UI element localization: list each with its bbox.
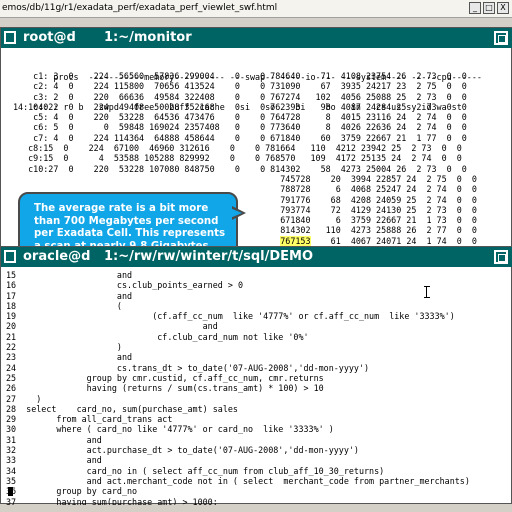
maximize-button[interactable]: □ bbox=[483, 2, 495, 14]
sql-line: 16 cs.club_points_earned > 0 bbox=[6, 280, 243, 291]
window-controls: _ □ X bbox=[469, 2, 509, 14]
text-cursor bbox=[8, 487, 13, 496]
sql-line: 25 group by cmr.custid, cf.aff_cc_num, c… bbox=[6, 372, 324, 383]
minimize-button[interactable]: _ bbox=[469, 2, 481, 14]
vmstat-row: c7: 4 0 224 114364 64888 458644 0 0 6718… bbox=[13, 132, 467, 143]
sql-line: 23 and bbox=[6, 352, 133, 363]
sql-line: 34 card_no in ( select aff_cc_num from c… bbox=[6, 465, 385, 476]
close-button[interactable]: X bbox=[497, 2, 509, 14]
sql-line: 30 where ( card_no like '4777%' or card_… bbox=[6, 424, 334, 435]
sql-line: 15 and bbox=[6, 270, 133, 280]
sql-line: 28 select card_no, sum(purchase_amt) sal… bbox=[6, 403, 238, 414]
maximize-icon[interactable] bbox=[494, 250, 508, 264]
sql-line: 18 ( bbox=[6, 300, 122, 311]
sql-line: 36 group by card_no bbox=[6, 486, 138, 497]
monitor-host-label: root@d bbox=[23, 30, 76, 45]
vmstat-row: c3: 2 0 220 66636 49584 322408 0 0 76727… bbox=[13, 91, 467, 102]
terminal-menu-icon[interactable] bbox=[4, 250, 16, 263]
sql-path-label: 1:~/rw/rw/winter/t/sql/DEMO bbox=[104, 249, 314, 264]
mouse-ibeam-icon bbox=[424, 286, 430, 298]
monitor-path-label: 1:~/monitor bbox=[104, 30, 192, 45]
highlighted-bi-value: 767153 bbox=[280, 235, 311, 246]
sql-line: 35 and act.merchant_code not in ( select… bbox=[6, 475, 470, 486]
sql-line: 33 and bbox=[6, 455, 102, 466]
vmstat-row: c1: 3 0 224 56560 57836 299004 0 0 78464… bbox=[13, 71, 467, 81]
vmstat-row: c4: 2 0 224 49408 50028 352168 0 0 76239… bbox=[13, 101, 467, 112]
sql-line: 24 cs.trans_dt > to_date('07-AUG-2008','… bbox=[6, 362, 370, 373]
sql-line: 29 from all_card_trans act bbox=[6, 414, 173, 425]
vmstat-row: c8:15 0 224 67100 46960 312616 0 0 78166… bbox=[13, 143, 462, 154]
desktop-bottom-strip bbox=[0, 505, 512, 512]
url-text: emos/db/11g/r1/exadata_perf/exadata_perf… bbox=[2, 3, 278, 13]
sql-line: 19 (cf.aff_cc_num like '4777%' or cf.aff… bbox=[6, 311, 455, 322]
sql-line: 21 cf.club_card_num not like '0%' bbox=[6, 331, 309, 342]
vmstat-row: c2: 4 0 224 115800 70656 413524 0 0 7310… bbox=[13, 81, 467, 92]
terminal-menu-icon[interactable] bbox=[4, 31, 16, 44]
callout-pointer-fill bbox=[230, 208, 242, 218]
sql-host-label: oracle@d bbox=[23, 249, 91, 264]
sql-terminal-window[interactable]: oracle@d 1:~/rw/rw/winter/t/sql/DEMO 15 … bbox=[0, 246, 512, 507]
vmstat-row: c6: 5 0 0 59848 169024 2357408 0 0 77364… bbox=[13, 122, 467, 133]
sql-line: 27 ) bbox=[6, 393, 42, 404]
vmstat-row: c5: 4 0 220 53228 64536 473476 0 0 76472… bbox=[13, 112, 467, 123]
sql-line: 17 and bbox=[6, 290, 133, 301]
sql-editor-text[interactable]: 15 and 16 cs.club_points_earned > 0 17 and… bbox=[6, 270, 470, 507]
maximize-icon[interactable] bbox=[494, 31, 508, 45]
sql-line: 20 and bbox=[6, 321, 218, 332]
sql-line: 32 act.purchase_dt > to_date('07-AUG-200… bbox=[6, 445, 359, 456]
monitor-titlebar[interactable]: root@d 1:~/monitor bbox=[1, 28, 512, 48]
sql-line: 31 and bbox=[6, 434, 102, 445]
sql-line: 26 having (returns / sum(cs.trans_amt) *… bbox=[6, 383, 324, 394]
sql-titlebar[interactable]: oracle@d 1:~/rw/rw/winter/t/sql/DEMO bbox=[1, 247, 512, 267]
vmstat-row: c10:27 0 220 53228 107080 848750 0 0 814… bbox=[13, 163, 467, 174]
address-bar: emos/db/11g/r1/exadata_perf/exadata_perf… bbox=[0, 0, 512, 18]
vmstat-row: c9:15 0 4 53588 105288 829992 0 0 768570… bbox=[13, 153, 462, 164]
vmstat-row: 745728 20 3994 22857 24 2 75 0 0 bbox=[13, 173, 477, 184]
sql-line: 22 ) bbox=[6, 342, 122, 353]
